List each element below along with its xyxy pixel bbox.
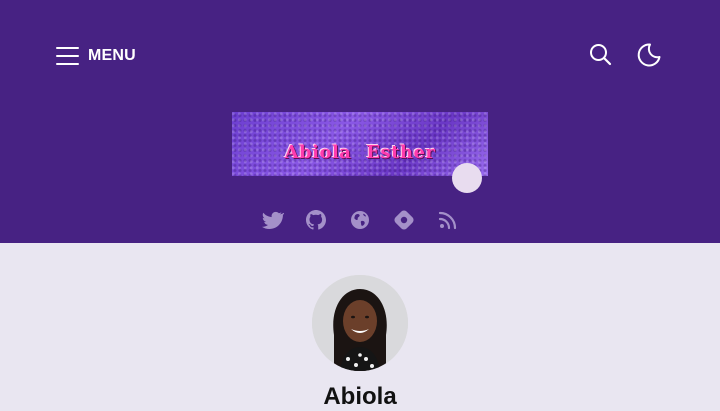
search-button[interactable] [588,42,614,68]
social-links [0,208,720,232]
github-icon [306,210,326,230]
menu-label: MENU [88,47,136,64]
avatar-portrait [312,275,408,371]
github-link[interactable] [304,208,328,232]
menu-button[interactable]: MENU [56,44,136,68]
website-link[interactable] [348,208,372,232]
banner-text: Abiola Esther [284,142,436,163]
twitter-link[interactable] [260,208,285,232]
banner-decoration [452,163,482,193]
theme-toggle-button[interactable] [636,42,662,68]
globe-icon [351,211,369,229]
hashnode-link[interactable] [392,208,416,232]
author-section: Abiola [0,243,720,410]
moon-icon [637,43,661,67]
rss-link[interactable] [436,208,460,232]
blog-banner-logo[interactable]: Abiola Esther [232,112,488,176]
hashnode-icon [394,210,414,230]
author-name: Abiola [323,383,397,410]
author-avatar[interactable] [312,275,408,371]
search-icon [590,44,612,66]
hamburger-icon [56,47,79,65]
twitter-icon [262,211,285,229]
site-header: MENU Abiola Esther [0,0,720,243]
rss-icon [438,211,457,230]
